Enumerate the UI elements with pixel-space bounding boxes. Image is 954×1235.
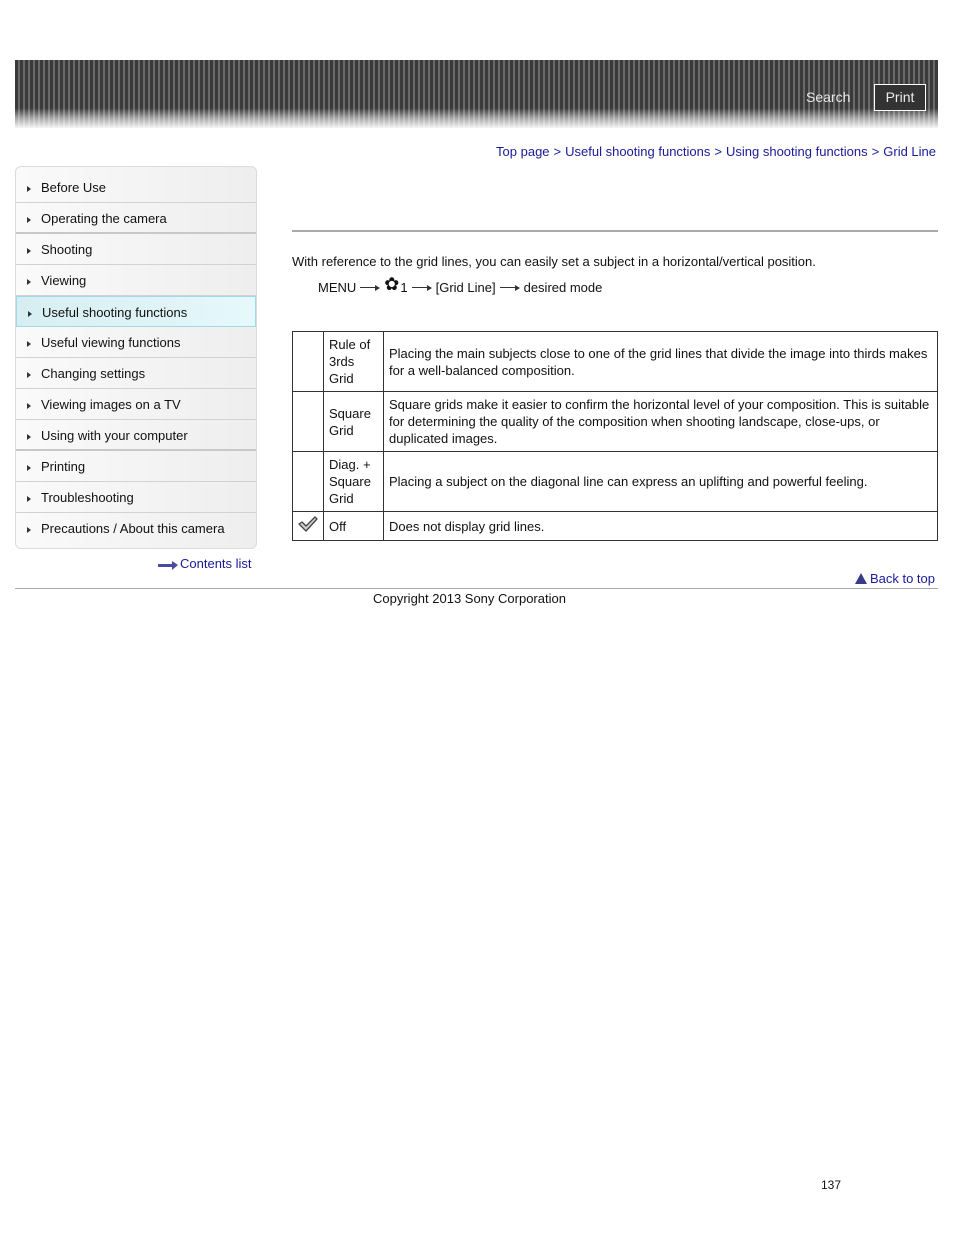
sidebar-item-label: Viewing images on a TV xyxy=(41,397,181,412)
grid-mode-table: Rule of 3rds Grid Placing the main subje… xyxy=(292,331,938,541)
triangle-right-icon xyxy=(27,403,31,409)
page-number: 137 xyxy=(821,1178,842,1192)
sidebar-item-label: Troubleshooting xyxy=(41,490,134,505)
contents-list-link[interactable]: Contents list xyxy=(158,556,252,571)
header-bar xyxy=(15,60,938,128)
triangle-up-icon xyxy=(854,573,867,584)
triangle-right-icon xyxy=(27,341,31,347)
sidebar-item-label: Useful shooting functions xyxy=(42,305,188,320)
mode-description: Square grids make it easier to confirm t… xyxy=(383,391,938,452)
settings-page-number: 1 xyxy=(400,279,408,295)
mode-name: Rule of 3rds Grid xyxy=(323,331,384,392)
menu-path: MENU ✿ 1 [Grid Line] desired mode xyxy=(318,274,603,298)
print-button[interactable]: Print xyxy=(874,84,926,111)
triangle-right-icon xyxy=(27,217,31,223)
mode-description: Does not display grid lines. xyxy=(383,511,938,541)
search-link[interactable]: Search xyxy=(806,89,850,105)
footer-divider xyxy=(15,588,938,589)
triangle-right-icon xyxy=(27,186,31,192)
triangle-right-icon xyxy=(28,311,32,317)
contents-list-label: Contents list xyxy=(180,556,252,571)
triangle-right-icon xyxy=(27,248,31,254)
breadcrumb-top-page[interactable]: Top page xyxy=(496,144,550,159)
triangle-right-icon xyxy=(27,465,31,471)
mode-icon-cell xyxy=(292,511,324,541)
breadcrumb-grid-line[interactable]: Grid Line xyxy=(883,144,936,159)
copyright-text: Copyright 2013 Sony Corporation xyxy=(373,591,566,606)
triangle-right-icon xyxy=(27,279,31,285)
sidebar-item-label: Precautions / About this camera xyxy=(41,521,225,536)
mode-name: Square Grid xyxy=(323,391,384,452)
mode-icon-cell xyxy=(292,451,324,512)
sidebar-item-useful-viewing-functions[interactable]: Useful viewing functions xyxy=(16,327,256,358)
title-divider xyxy=(292,230,938,232)
triangle-right-icon xyxy=(27,372,31,378)
menu-label: MENU xyxy=(318,279,357,295)
intro-text: With reference to the grid lines, you ca… xyxy=(292,254,816,269)
checkmark-icon xyxy=(298,516,318,532)
sidebar-item-changing-settings[interactable]: Changing settings xyxy=(16,358,256,389)
arrow-right-icon xyxy=(411,283,432,291)
breadcrumb-separator: > xyxy=(714,144,722,159)
sidebar-item-troubleshooting[interactable]: Troubleshooting xyxy=(16,482,256,513)
menu-target-label: desired mode xyxy=(523,279,603,295)
sidebar-item-label: Using with your computer xyxy=(41,428,188,443)
table-row: Rule of 3rds Grid Placing the main subje… xyxy=(292,331,938,392)
mode-name: Off xyxy=(323,511,384,541)
sidebar-item-useful-shooting-functions[interactable]: Useful shooting functions xyxy=(16,296,256,327)
mode-description: Placing the main subjects close to one o… xyxy=(383,331,938,392)
sidebar-item-viewing-images-on-a-tv[interactable]: Viewing images on a TV xyxy=(16,389,256,420)
arrow-right-icon xyxy=(158,560,178,570)
sidebar-item-using-with-your-computer[interactable]: Using with your computer xyxy=(16,420,256,451)
sidebar-item-label: Useful viewing functions xyxy=(41,335,181,350)
mode-icon-cell xyxy=(292,331,324,392)
mode-description: Placing a subject on the diagonal line c… xyxy=(383,451,938,512)
sidebar-item-label: Printing xyxy=(41,459,86,474)
breadcrumb-separator: > xyxy=(871,144,880,159)
triangle-right-icon xyxy=(27,434,31,440)
triangle-right-icon xyxy=(27,496,31,502)
breadcrumb: Top page > Useful shooting functions > Using… xyxy=(496,144,936,159)
sidebar-item-label: Changing settings xyxy=(41,366,146,381)
table-row: Diag. + Square Grid Placing a subject on… xyxy=(292,451,938,512)
sidebar-item-label: Viewing xyxy=(41,273,87,288)
sidebar-item-operating-the-camera[interactable]: Operating the camera xyxy=(16,203,256,234)
triangle-right-icon xyxy=(27,527,31,533)
breadcrumb-useful-shooting-functions[interactable]: Useful shooting functions xyxy=(565,144,710,159)
table-row: Off Does not display grid lines. xyxy=(292,511,938,541)
gear-icon: ✿ xyxy=(384,274,400,294)
breadcrumb-separator: > xyxy=(553,144,562,159)
sidebar-item-label: Shooting xyxy=(41,242,93,257)
sidebar-item-printing[interactable]: Printing xyxy=(16,451,256,482)
arrow-right-icon xyxy=(499,283,520,291)
sidebar-item-label: Operating the camera xyxy=(41,211,167,226)
sidebar-item-shooting[interactable]: Shooting xyxy=(16,234,256,265)
sidebar-item-label: Before Use xyxy=(41,180,107,195)
sidebar-item-before-use[interactable]: Before Use xyxy=(16,172,256,203)
arrow-right-icon xyxy=(360,283,381,291)
menu-item-label: [Grid Line] xyxy=(435,279,496,295)
mode-icon-cell xyxy=(292,391,324,452)
sidebar-item-precautions-about-this-camera[interactable]: Precautions / About this camera xyxy=(16,513,256,544)
sidebar-item-viewing[interactable]: Viewing xyxy=(16,265,256,296)
sidebar-nav: Before Use Operating the camera Shooting… xyxy=(15,166,257,549)
table-row: Square Grid Square grids make it easier … xyxy=(292,391,938,452)
breadcrumb-using-shooting-functions[interactable]: Using shooting functions xyxy=(726,144,868,159)
mode-name: Diag. + Square Grid xyxy=(323,451,384,512)
back-to-top-link[interactable]: Back to top xyxy=(854,571,935,586)
back-to-top-label: Back to top xyxy=(869,571,935,586)
